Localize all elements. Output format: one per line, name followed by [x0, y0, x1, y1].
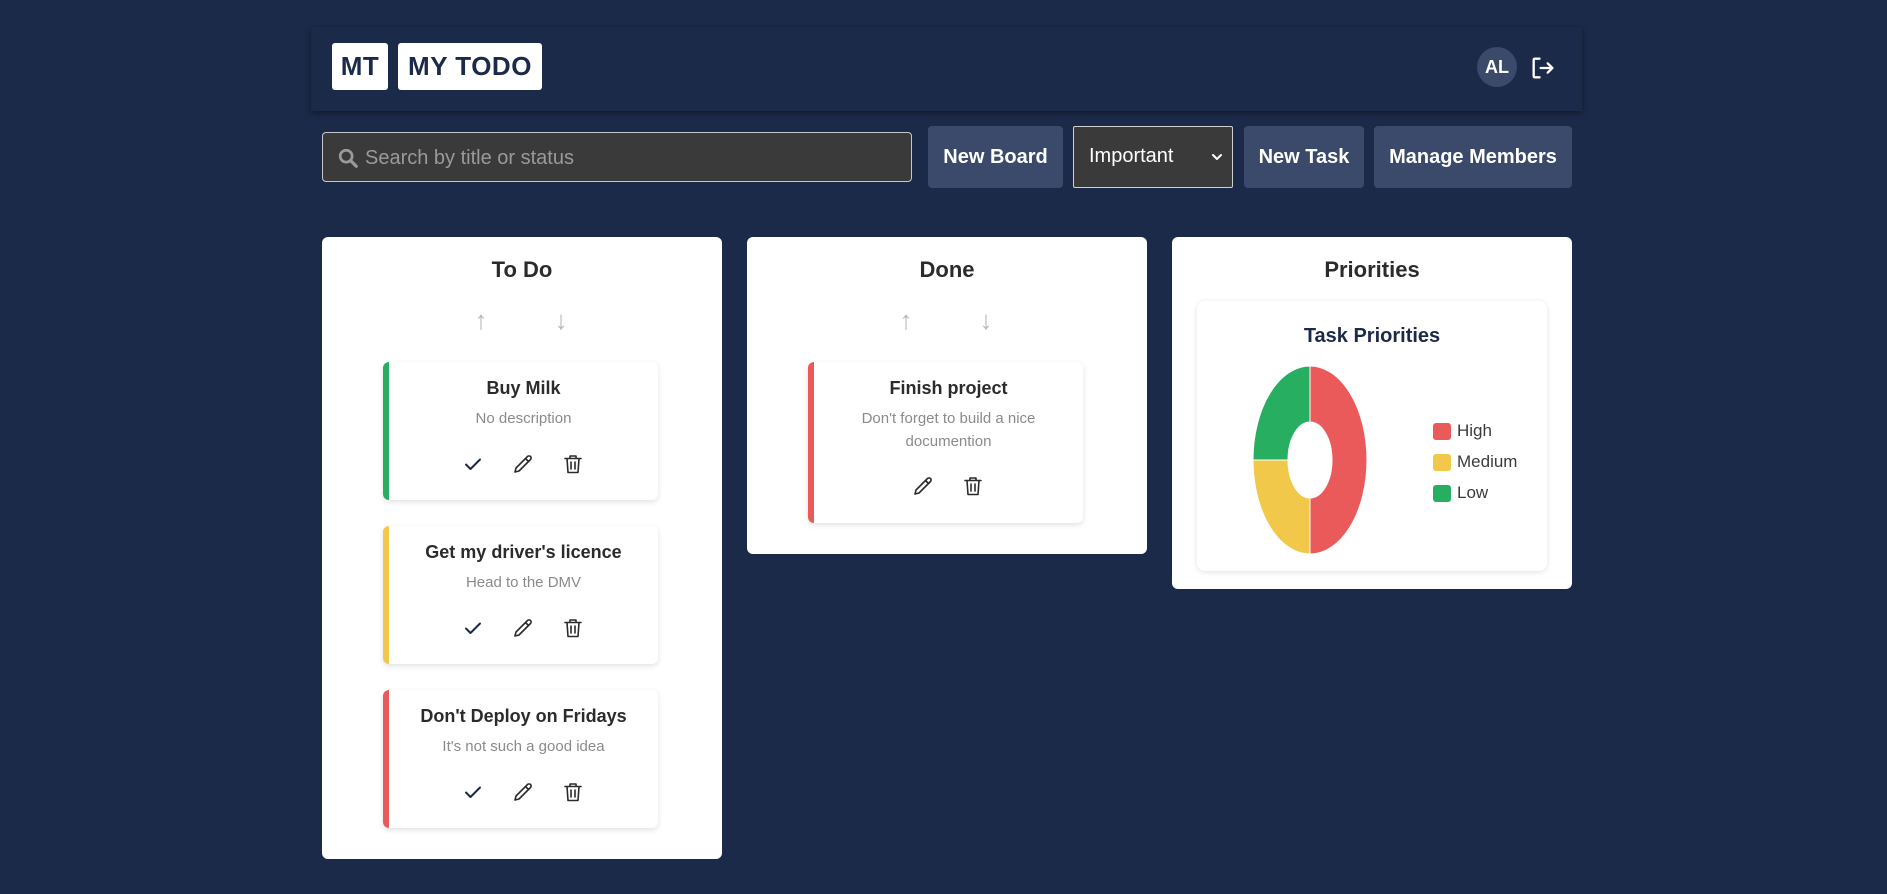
task-card[interactable]: Buy Milk No description: [383, 362, 658, 500]
edit-pencil-icon[interactable]: [511, 452, 535, 476]
sort-up-arrow-icon[interactable]: ↑: [471, 305, 491, 335]
logout-icon[interactable]: [1529, 54, 1557, 82]
priority-filter-value: Important: [1089, 145, 1174, 167]
donut-slice-high: [1309, 365, 1368, 555]
sort-up-arrow-icon[interactable]: ↑: [896, 305, 916, 335]
task-title: Finish project: [889, 378, 1008, 398]
priority-chart-card: Task Priorities High Medium Low: [1197, 301, 1547, 571]
column-title: To Do: [491, 257, 553, 282]
delete-trash-icon[interactable]: [561, 780, 585, 804]
sort-down-arrow-icon[interactable]: ↓: [551, 305, 571, 335]
task-card[interactable]: Get my driver's licence Head to the DMV: [383, 526, 658, 664]
edit-pencil-icon[interactable]: [511, 780, 535, 804]
task-description: It's not such a good idea: [442, 738, 605, 755]
search-input[interactable]: [363, 133, 907, 183]
legend-label: Low: [1457, 483, 1489, 502]
edit-pencil-icon[interactable]: [511, 616, 535, 640]
task-description: No description: [475, 410, 572, 427]
chevron-down-icon: [1212, 154, 1222, 160]
column-todo: To Do ↑ ↓ Buy Milk No description Get my…: [322, 237, 722, 859]
priority-donut-chart: [1252, 365, 1368, 555]
column-done: Done ↑ ↓ Finish project Don't forget to …: [747, 237, 1147, 554]
legend-swatch: [1433, 423, 1451, 440]
task-description: Don't forget to build a nice documention: [861, 410, 1036, 450]
new-task-button[interactable]: New Task: [1244, 126, 1364, 188]
complete-check-icon[interactable]: [461, 780, 485, 804]
column-title: Done: [919, 257, 975, 282]
manage-members-button[interactable]: Manage Members: [1374, 126, 1572, 188]
task-title: Don't Deploy on Fridays: [420, 706, 627, 726]
sort-down-arrow-icon[interactable]: ↓: [976, 305, 996, 335]
column-priorities: Priorities Task Priorities High Medium Low: [1172, 237, 1572, 589]
legend-swatch: [1433, 485, 1451, 502]
app-title: MY TODO: [398, 43, 542, 90]
edit-pencil-icon[interactable]: [911, 474, 935, 498]
task-card[interactable]: Don't Deploy on Fridays It's not such a …: [383, 690, 658, 828]
app-header: MT MY TODO AL: [311, 27, 1582, 111]
logo-short: MT: [332, 43, 388, 90]
delete-trash-icon[interactable]: [561, 452, 585, 476]
complete-check-icon[interactable]: [461, 452, 485, 476]
donut-slice-low: [1252, 365, 1311, 461]
donut-slice-medium: [1252, 459, 1311, 555]
delete-trash-icon[interactable]: [961, 474, 985, 498]
search-box: [322, 132, 912, 183]
task-title: Buy Milk: [486, 378, 561, 398]
task-card[interactable]: Finish project Don't forget to build a n…: [808, 362, 1083, 523]
complete-check-icon[interactable]: [461, 616, 485, 640]
task-title: Get my driver's licence: [425, 542, 622, 562]
task-description: Head to the DMV: [465, 574, 582, 591]
legend-label: Medium: [1457, 452, 1518, 471]
search-icon: [338, 148, 358, 168]
column-title: Priorities: [1324, 257, 1420, 282]
legend-label: High: [1457, 421, 1492, 440]
user-avatar[interactable]: AL: [1477, 47, 1517, 87]
new-board-button[interactable]: New Board: [928, 126, 1063, 188]
legend-swatch: [1433, 454, 1451, 471]
priority-filter-select[interactable]: Important: [1073, 126, 1233, 188]
delete-trash-icon[interactable]: [561, 616, 585, 640]
